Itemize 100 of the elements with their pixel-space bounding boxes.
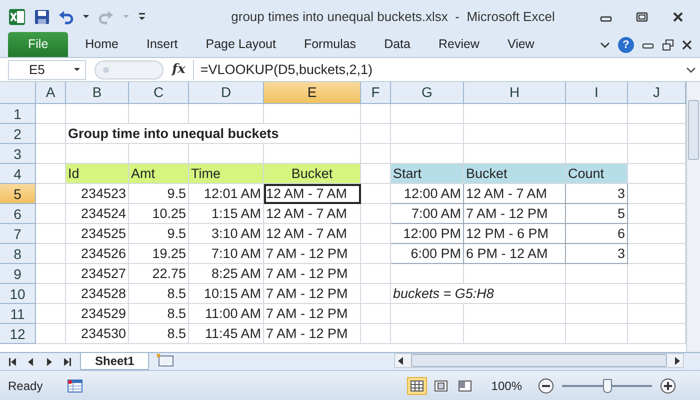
save-icon[interactable] <box>34 8 50 24</box>
chevron-icon[interactable] <box>600 41 610 49</box>
empty-cell[interactable] <box>566 264 628 284</box>
view-button[interactable] <box>407 376 428 394</box>
column-header[interactable]: F <box>361 82 391 104</box>
empty-cell[interactable] <box>361 324 391 344</box>
empty-cell[interactable] <box>361 204 391 224</box>
sheet-title: Group time into unequal buckets <box>66 124 361 144</box>
empty-cell[interactable] <box>391 304 464 324</box>
row-header[interactable]: 9 <box>0 264 36 284</box>
horizontal-scrollbar[interactable] <box>394 353 684 368</box>
row-header[interactable]: 7 <box>0 224 36 244</box>
caret-icon[interactable] <box>73 66 81 73</box>
empty-cell[interactable] <box>361 264 391 284</box>
vertical-scrollbar[interactable] <box>686 82 700 352</box>
close-icon[interactable] <box>682 40 692 50</box>
column-header[interactable]: G <box>391 82 464 104</box>
empty-cell[interactable] <box>361 304 391 324</box>
column-header[interactable]: I <box>566 82 628 104</box>
worksheet-icon[interactable] <box>66 378 83 392</box>
row-header[interactable]: 2 <box>0 124 36 144</box>
name-box[interactable]: E5 <box>8 60 86 80</box>
sheet-tab[interactable]: Sheet1 <box>80 353 150 370</box>
insert-function-button[interactable]: fx <box>172 60 186 80</box>
next-sheet-icon[interactable] <box>44 356 54 368</box>
file-tab[interactable]: File <box>8 32 68 57</box>
row-header[interactable]: 12 <box>0 324 36 344</box>
column-header[interactable]: H <box>464 82 566 104</box>
previous-sheet-icon[interactable] <box>26 356 36 368</box>
ribbon-tab[interactable]: View <box>496 32 546 57</box>
ribbon-tab[interactable]: Home <box>74 32 130 57</box>
help-button[interactable]: ? <box>618 37 634 53</box>
chevron-icon[interactable] <box>686 66 696 74</box>
row-header[interactable]: 8 <box>0 244 36 264</box>
new-sheet-icon[interactable] <box>155 353 176 367</box>
empty-cell[interactable] <box>464 104 566 124</box>
row-header[interactable]: 11 <box>0 304 36 324</box>
table-cell: 5 <box>566 204 628 224</box>
spreadsheet-logo-icon[interactable] <box>8 8 26 26</box>
select-all-button[interactable] <box>0 82 36 104</box>
empty-cell[interactable] <box>391 264 464 284</box>
empty-cell[interactable] <box>361 224 391 244</box>
empty-cell[interactable] <box>189 104 264 124</box>
last-sheet-icon[interactable] <box>62 356 72 368</box>
column-header[interactable]: C <box>129 82 189 104</box>
first-sheet-icon[interactable] <box>8 356 18 368</box>
empty-cell[interactable] <box>391 124 464 144</box>
column-header[interactable]: D <box>189 82 264 104</box>
column-header[interactable]: A <box>36 82 66 104</box>
row-header[interactable]: 4 <box>0 164 36 184</box>
empty-cell[interactable] <box>361 144 391 164</box>
empty-cell[interactable] <box>66 104 129 124</box>
table-cell: 234524 <box>66 204 129 224</box>
zoom-out-icon[interactable] <box>538 378 554 394</box>
empty-cell[interactable] <box>361 244 391 264</box>
empty-cell[interactable] <box>391 324 464 344</box>
close-icon[interactable] <box>672 10 684 22</box>
ribbon-tab[interactable]: Data <box>373 32 422 57</box>
empty-cell[interactable] <box>464 124 566 144</box>
caret-icon[interactable] <box>82 13 90 20</box>
scrollbar-thumb[interactable] <box>688 100 699 160</box>
row-header[interactable]: 6 <box>0 204 36 224</box>
row-header[interactable]: 5 <box>0 184 36 204</box>
expand-handle-icon[interactable] <box>94 60 164 80</box>
empty-cell[interactable] <box>464 324 566 344</box>
column-header[interactable]: J <box>628 82 686 104</box>
scrollbar-thumb[interactable] <box>411 354 667 367</box>
slider-thumb[interactable] <box>603 378 612 392</box>
column-header[interactable]: B <box>66 82 129 104</box>
ribbon-tab[interactable]: Formulas <box>292 32 368 57</box>
empty-cell[interactable] <box>566 104 628 124</box>
undo-icon[interactable] <box>58 8 74 24</box>
empty-cell[interactable] <box>361 124 391 144</box>
empty-cell[interactable] <box>566 304 628 324</box>
empty-cell[interactable] <box>129 104 189 124</box>
table-cell: 12 AM - 7 AM <box>264 204 361 224</box>
empty-cell[interactable] <box>391 104 464 124</box>
table-cell: 12:01 AM <box>189 184 264 204</box>
empty-cell[interactable] <box>566 124 628 144</box>
empty-cell[interactable] <box>264 104 361 124</box>
row-header[interactable]: 10 <box>0 284 36 304</box>
empty-cell[interactable] <box>361 104 391 124</box>
column-header[interactable]: E <box>264 82 361 104</box>
customize-toolbar-icon[interactable] <box>138 12 146 22</box>
empty-cell[interactable] <box>464 304 566 324</box>
maximize-icon[interactable] <box>636 10 648 22</box>
restore-icon[interactable] <box>662 39 674 51</box>
zoom-in-icon[interactable] <box>660 378 676 394</box>
empty-cell[interactable] <box>566 324 628 344</box>
row-header[interactable]: 1 <box>0 104 36 124</box>
ribbon-tab[interactable]: Review <box>427 32 490 57</box>
empty-cell[interactable] <box>566 284 628 304</box>
empty-cell[interactable] <box>361 184 391 204</box>
ribbon-tab[interactable]: Page Layout <box>194 32 287 57</box>
zoom-level[interactable]: 100% <box>491 376 522 394</box>
ribbon-tab[interactable]: Insert <box>136 32 189 57</box>
empty-cell[interactable] <box>464 264 566 284</box>
empty-cell[interactable] <box>361 284 391 304</box>
row-header[interactable]: 3 <box>0 144 36 164</box>
formula-field[interactable]: =VLOOKUP(D5,buckets,2,1) <box>193 60 678 80</box>
